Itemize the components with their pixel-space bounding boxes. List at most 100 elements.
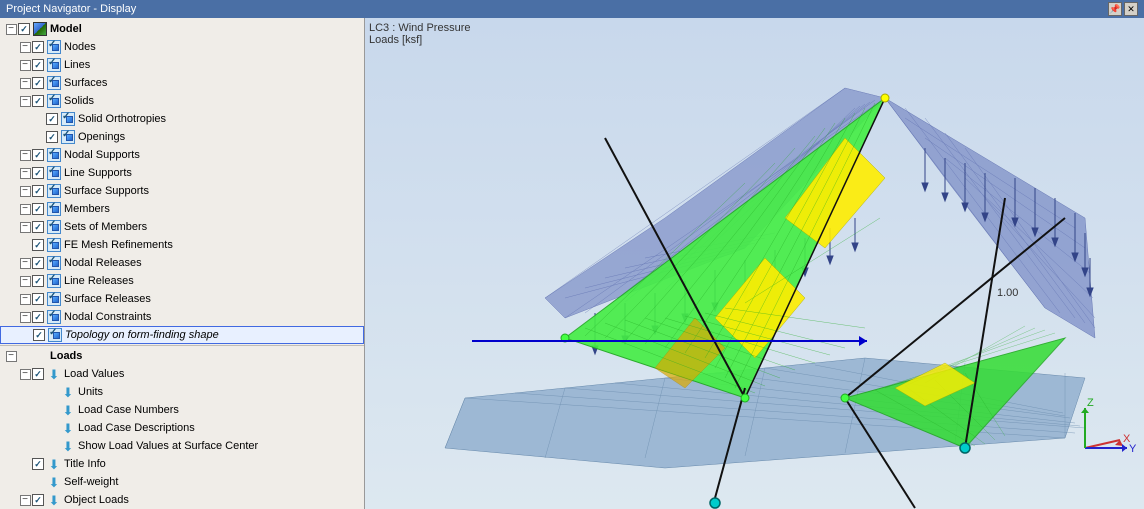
tree-item-openings[interactable]: ✓✓Openings (0, 128, 364, 146)
icon-topology: ✓ (47, 328, 63, 342)
expander-nodal-supports[interactable]: − (18, 148, 32, 162)
checkbox-nodal-supports[interactable]: ✓ (32, 149, 44, 161)
tree-item-fe-mesh[interactable]: ✓✓FE Mesh Refinements (0, 236, 364, 254)
icon-nodal-constraints: ✓ (46, 310, 62, 324)
expander-sets-members[interactable]: − (18, 220, 32, 234)
checkbox-load-values[interactable]: ✓ (32, 368, 44, 380)
tree-item-load-case-numbers[interactable]: ⬇Load Case Numbers (0, 401, 364, 419)
checkbox-openings[interactable]: ✓ (46, 131, 58, 143)
tree-item-line-releases[interactable]: −✓✓Line Releases (0, 272, 364, 290)
tree-item-solids[interactable]: −✓✓Solids (0, 92, 364, 110)
tree-item-line-supports[interactable]: −✓✓Line Supports (0, 164, 364, 182)
expander-nodal-constraints[interactable]: − (18, 310, 32, 324)
tree-item-surfaces[interactable]: −✓✓Surfaces (0, 74, 364, 92)
checkbox-lines[interactable]: ✓ (32, 59, 44, 71)
expander-line-releases[interactable]: − (18, 274, 32, 288)
tree-item-load-values[interactable]: −✓⬇Load Values (0, 365, 364, 383)
checkbox-solids[interactable]: ✓ (32, 95, 44, 107)
checkbox-members[interactable]: ✓ (32, 203, 44, 215)
tree-item-lines[interactable]: −✓✓Lines (0, 56, 364, 74)
expander-object-loads[interactable]: − (18, 493, 32, 507)
section-divider (0, 345, 364, 346)
label-load-case-desc: Load Case Descriptions (78, 422, 195, 434)
tree-item-nodal-supports[interactable]: −✓✓Nodal Supports (0, 146, 364, 164)
checkbox-nodal-releases[interactable]: ✓ (32, 257, 44, 269)
tree-item-model[interactable]: −✓Model (0, 20, 364, 38)
tree-item-title-info[interactable]: ✓⬇Title Info (0, 455, 364, 473)
checkbox-line-releases[interactable]: ✓ (32, 275, 44, 287)
tree-item-surface-releases[interactable]: −✓✓Surface Releases (0, 290, 364, 308)
checkbox-nodes[interactable]: ✓ (32, 41, 44, 53)
icon-sets-members: ✓ (46, 220, 62, 234)
expander-lines[interactable]: − (18, 58, 32, 72)
tree-item-solid-ortho[interactable]: ✓✓Solid Orthotropies (0, 110, 364, 128)
label-surfaces: Surfaces (64, 77, 107, 89)
tree-item-loads[interactable]: −Loads (0, 347, 364, 365)
checkbox-title-info[interactable]: ✓ (32, 458, 44, 470)
checkbox-topology[interactable]: ✓ (33, 329, 45, 341)
svg-text:Z: Z (1087, 397, 1094, 409)
expander-openings (32, 130, 46, 144)
checkbox-surface-releases[interactable]: ✓ (32, 293, 44, 305)
tree-item-self-weight[interactable]: ⬇Self-weight (0, 473, 364, 491)
expander-surface-releases[interactable]: − (18, 292, 32, 306)
checkbox-surfaces[interactable]: ✓ (32, 77, 44, 89)
tree-item-units[interactable]: ⬇Units (0, 383, 364, 401)
icon-nodal-supports: ✓ (46, 148, 62, 162)
expander-load-values[interactable]: − (18, 367, 32, 381)
close-button[interactable]: ✕ (1124, 2, 1138, 16)
checkbox-fe-mesh[interactable]: ✓ (32, 239, 44, 251)
tree-item-object-loads[interactable]: −✓⬇Object Loads (0, 491, 364, 509)
tree-item-members[interactable]: −✓✓Members (0, 200, 364, 218)
annotation-arrow (472, 340, 867, 342)
checkbox-solid-ortho[interactable]: ✓ (46, 113, 58, 125)
tree-item-load-case-desc[interactable]: ⬇Load Case Descriptions (0, 419, 364, 437)
icon-load-values: ⬇ (46, 367, 62, 381)
label-nodal-constraints: Nodal Constraints (64, 311, 151, 323)
icon-line-supports: ✓ (46, 166, 62, 180)
main-layout: −✓Model−✓✓Nodes−✓✓Lines−✓✓Surfaces−✓✓Sol… (0, 18, 1144, 509)
expander-load-case-numbers (32, 403, 46, 417)
tree-item-surface-supports[interactable]: −✓✓Surface Supports (0, 182, 364, 200)
expander-surfaces[interactable]: − (18, 76, 32, 90)
label-surface-releases: Surface Releases (64, 293, 151, 305)
pin-button[interactable]: 📌 (1108, 2, 1122, 16)
expander-solid-ortho (32, 112, 46, 126)
lc-label-line1: LC3 : Wind Pressure (369, 22, 470, 34)
icon-units: ⬇ (60, 385, 76, 399)
icon-nodes: ✓ (46, 40, 62, 54)
checkbox-model[interactable]: ✓ (18, 23, 30, 35)
tree-item-nodal-releases[interactable]: −✓✓Nodal Releases (0, 254, 364, 272)
checkbox-nodal-constraints[interactable]: ✓ (32, 311, 44, 323)
checkbox-sets-members[interactable]: ✓ (32, 221, 44, 233)
expander-loads[interactable]: − (4, 349, 18, 363)
icon-solids: ✓ (46, 94, 62, 108)
checkbox-line-supports[interactable]: ✓ (32, 167, 44, 179)
expander-nodes[interactable]: − (18, 40, 32, 54)
expander-surface-supports[interactable]: − (18, 184, 32, 198)
expander-units (32, 385, 46, 399)
checkbox-object-loads[interactable]: ✓ (32, 494, 44, 506)
expander-solids[interactable]: − (18, 94, 32, 108)
tree-item-show-load-values[interactable]: ⬇Show Load Values at Surface Center (0, 437, 364, 455)
icon-load-case-numbers: ⬇ (60, 403, 76, 417)
expander-line-supports[interactable]: − (18, 166, 32, 180)
tree-container[interactable]: −✓Model−✓✓Nodes−✓✓Lines−✓✓Surfaces−✓✓Sol… (0, 18, 364, 509)
icon-surface-releases: ✓ (46, 292, 62, 306)
tree-item-nodes[interactable]: −✓✓Nodes (0, 38, 364, 56)
label-solid-ortho: Solid Orthotropies (78, 113, 166, 125)
tree-item-sets-members[interactable]: −✓✓Sets of Members (0, 218, 364, 236)
icon-lines: ✓ (46, 58, 62, 72)
svg-text:1.00: 1.00 (997, 287, 1018, 299)
tree-item-topology[interactable]: ✓✓Topology on form-finding shape (0, 326, 364, 344)
label-members: Members (64, 203, 110, 215)
tree-item-nodal-constraints[interactable]: −✓✓Nodal Constraints (0, 308, 364, 326)
expander-members[interactable]: − (18, 202, 32, 216)
expander-title-info (18, 457, 32, 471)
icon-surface-supports: ✓ (46, 184, 62, 198)
expander-nodal-releases[interactable]: − (18, 256, 32, 270)
checkbox-surface-supports[interactable]: ✓ (32, 185, 44, 197)
expander-model[interactable]: − (4, 22, 18, 36)
viewport-label: LC3 : Wind Pressure Loads [ksf] (369, 22, 470, 46)
expander-self-weight (18, 475, 32, 489)
